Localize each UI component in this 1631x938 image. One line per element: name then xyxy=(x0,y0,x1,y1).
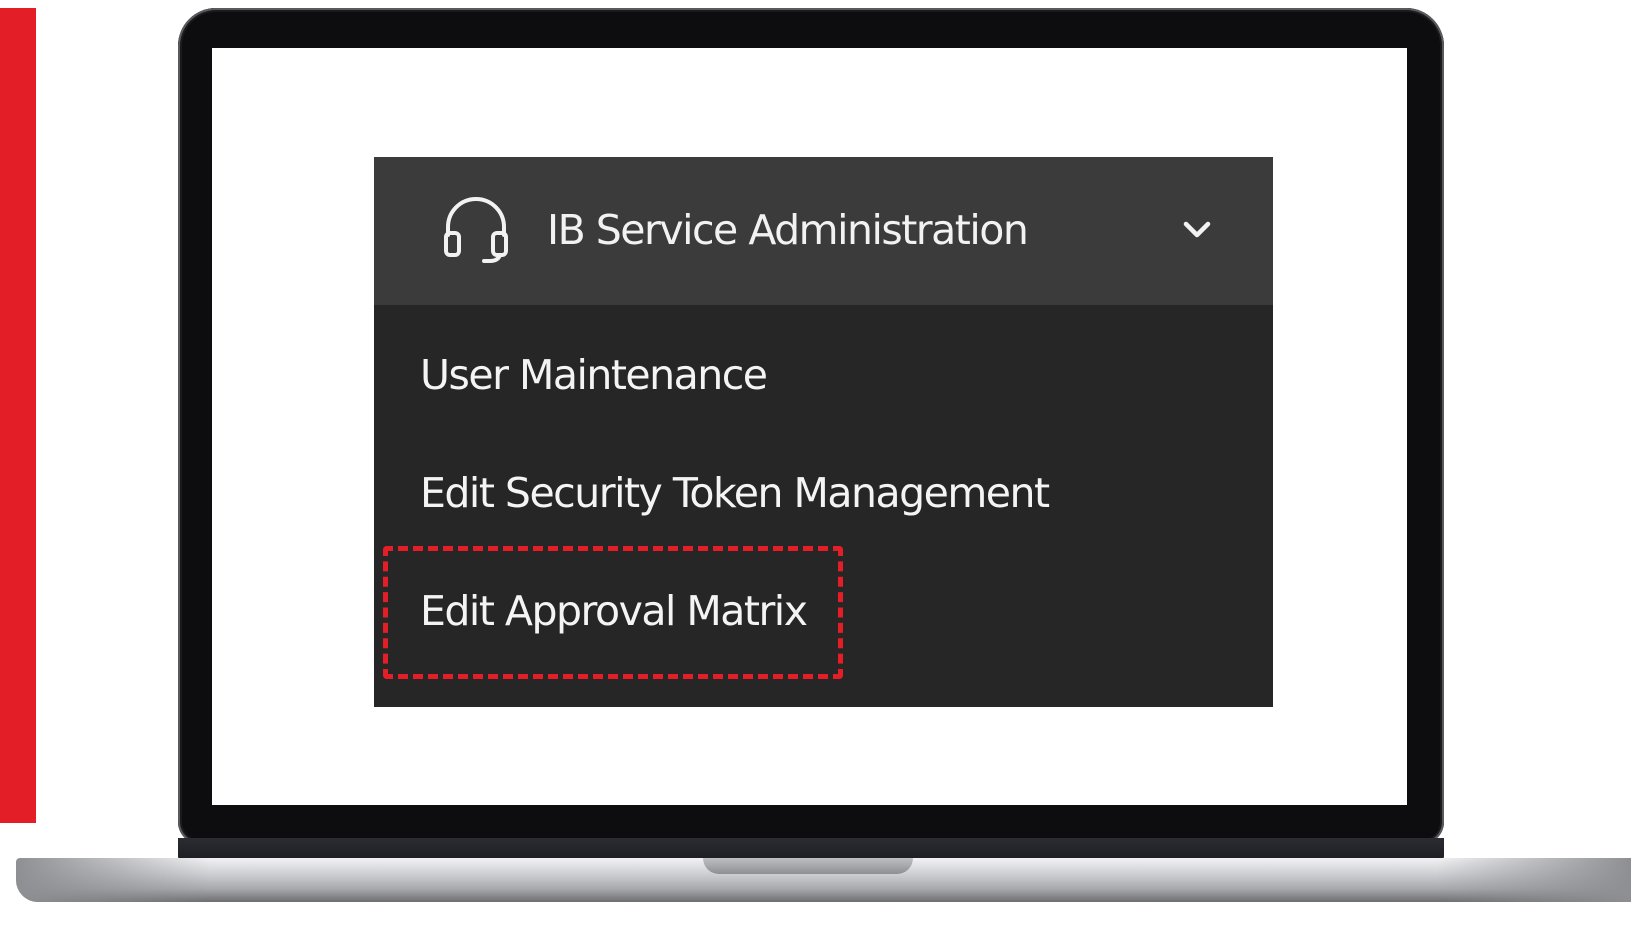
red-accent-bar xyxy=(0,8,36,823)
headset-icon xyxy=(440,193,512,265)
menu-section-title: IB Service Administration xyxy=(547,206,1029,254)
laptop-base-notch xyxy=(703,858,913,874)
illustration: IB Service Administration User Maintenan… xyxy=(0,0,1631,938)
menu-item-user-maintenance[interactable]: User Maintenance xyxy=(420,343,768,407)
menu-item-edit-approval-matrix[interactable]: Edit Approval Matrix xyxy=(420,579,808,643)
service-admin-menu: IB Service Administration User Maintenan… xyxy=(374,157,1273,707)
menu-section-header[interactable]: IB Service Administration xyxy=(374,157,1273,305)
menu-item-edit-security-token-management[interactable]: Edit Security Token Management xyxy=(420,461,1050,525)
chevron-down-icon[interactable] xyxy=(1180,213,1214,247)
